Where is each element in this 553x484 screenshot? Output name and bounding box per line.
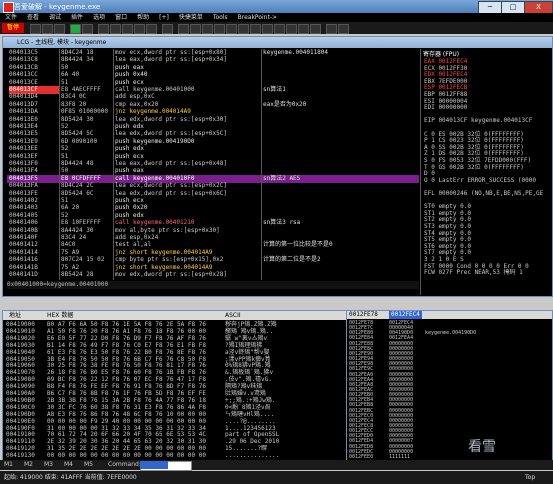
menu-plugins[interactable]: 插件: [66, 13, 88, 22]
dump-window[interactable]: 地址 HEX 数据 ASCII 00419000 B0 A7 F6 6A 50 F…: [2, 310, 347, 461]
restart-icon[interactable]: [42, 24, 53, 34]
execute-till-return-icon[interactable]: [146, 24, 157, 34]
app-icon: [3, 2, 14, 13]
disasm-instruction: mov edx,dword ptr ss:[esp+0x28]: [115, 271, 227, 278]
dump-ascii: ...............: [225, 452, 280, 460]
run-icon[interactable]: [70, 24, 81, 34]
menu-breakpoint[interactable]: BreakPoint->: [233, 13, 282, 22]
column-divider: [261, 49, 262, 280]
memory-icon[interactable]: [202, 24, 213, 34]
tab-m1[interactable]: M1: [4, 461, 13, 469]
cpu-window: LCG - 主线程, 模块 - keygenme 004013C5 8D4C24 …: [2, 36, 553, 297]
menu-tools[interactable]: Tools: [208, 13, 233, 22]
threads-icon[interactable]: [214, 24, 225, 34]
run-trace-icon[interactable]: [310, 24, 321, 34]
pause-icon[interactable]: [82, 24, 93, 34]
stack-header: 0012FE78 0012FEC4: [347, 311, 552, 319]
menu-file[interactable]: 文件: [0, 13, 22, 22]
step-over-icon[interactable]: [110, 24, 121, 34]
settings-icon[interactable]: [326, 24, 337, 34]
stack-header-address: 0012FE78: [349, 311, 378, 318]
register-line[interactable]: O 0 LastErr ERROR_SUCCESS (0000: [424, 177, 536, 185]
log-icon[interactable]: [178, 24, 189, 34]
status-bar: 起始: 419000 结束: 41AFFF 当前值: 7EFE0000 Top: [0, 471, 553, 484]
disassembly-info-line-2: [7, 289, 419, 297]
menu-debug[interactable]: 调试: [44, 13, 66, 22]
step-into-icon[interactable]: [98, 24, 109, 34]
register-line[interactable]: T 0 GS 002B 32位 0(FFFFFFFF): [424, 164, 524, 172]
breakpoints-icon[interactable]: [286, 24, 297, 34]
menu-help[interactable]: 帮助: [132, 13, 154, 22]
tab-m5[interactable]: M5: [84, 461, 93, 469]
trace-into-icon[interactable]: [122, 24, 133, 34]
paused-status-badge: 暂停: [2, 23, 24, 33]
register-line[interactable]: EDI 00000000: [424, 104, 467, 112]
status-text: 起始: 419000 结束: 41AFFF 当前值: 7EFE0000: [4, 474, 137, 481]
cpu-icon[interactable]: [250, 24, 261, 34]
dump-hex: 00 00 00 00 00 00 00 00 00 00 00 00 00 0…: [47, 452, 206, 460]
window-title: 吾爱破解 - keygenme.exe: [14, 3, 101, 11]
disasm-row[interactable]: 0040141D 8B5424 28 mov edx,dword ptr ss:[e…: [7, 271, 419, 279]
patches-icon[interactable]: [262, 24, 273, 34]
column-divider: [113, 49, 114, 280]
menu-bar: 文件 查看 调试 插件 选项 窗口 帮助 [+] 快捷菜单 Tools BreakPoint->: [0, 13, 553, 22]
modules-icon[interactable]: [190, 24, 201, 34]
menu-window[interactable]: 窗口: [110, 13, 132, 22]
open-icon[interactable]: [30, 24, 41, 34]
registers-pane[interactable]: 寄存器 (FPU) EAX 0012FEC4 ECX 0012FF30 EDX 00…: [421, 49, 552, 280]
handles-icon[interactable]: [238, 24, 249, 34]
menu-shortcuts[interactable]: 快捷菜单: [174, 13, 208, 22]
call-stack-icon[interactable]: [274, 24, 285, 34]
command-label: Command:: [108, 461, 141, 468]
register-line[interactable]: EFL 00000246 (NO,NB,E,BE,NS,PE,GE: [424, 190, 543, 198]
registers-header: 寄存器 (FPU): [423, 51, 460, 58]
watermark-logo: 看雪: [468, 439, 496, 455]
tab-m3[interactable]: M3: [44, 461, 53, 469]
register-line[interactable]: EIP 004013CF keygenme.004013CF: [424, 117, 532, 125]
dump-address: 00419130: [6, 452, 35, 460]
stack-row[interactable]: 0012FEE0 1111111: [347, 454, 552, 460]
command-history-dropdown[interactable]: [140, 461, 168, 469]
title-bar: 吾爱破解 - keygenme.exe ─ □ X: [0, 0, 553, 14]
stack-address: 0012FEE0: [349, 453, 374, 460]
bottom-tabs-bar: M1 M2 M3 M4 M5 Command:: [0, 460, 553, 471]
menu-view[interactable]: 查看: [22, 13, 44, 22]
cpu-window-title: LCG - 主线程, 模块 - keygenme: [3, 37, 552, 48]
trace-over-icon[interactable]: [134, 24, 145, 34]
close-debug-icon[interactable]: [54, 24, 65, 34]
stack-window[interactable]: 0012FE78 0012FEC4 0012FE78 0012FEC4 0012FE…: [346, 310, 553, 461]
menu-plus[interactable]: [+]: [154, 13, 174, 22]
disasm-hex: 8B5424 28: [61, 271, 94, 278]
stack-value: 1111111: [389, 453, 411, 460]
status-right: Top: [525, 474, 536, 481]
disassembly-info-line: 0x00401000=keygenme.00401000: [7, 281, 419, 289]
column-divider: [59, 49, 60, 280]
windows-icon[interactable]: [226, 24, 237, 34]
disasm-address: 0040141D: [9, 271, 38, 278]
menu-options[interactable]: 选项: [88, 13, 110, 22]
help-icon[interactable]: [338, 24, 349, 34]
stack-header-value: 0012FEC4: [389, 311, 422, 319]
disassembly-pane[interactable]: 004013C5 8D4C24 18 mov ecx,dword ptr ss:[e…: [7, 49, 419, 280]
dump-header-ascii: ASCII: [225, 312, 241, 319]
goto-icon[interactable]: [162, 24, 173, 34]
dump-row[interactable]: 00419130 00 00 00 00 00 00 00 00 00 00 00…: [3, 452, 346, 460]
dump-header: 地址 HEX 数据 ASCII: [3, 311, 346, 320]
tab-m2[interactable]: M2: [24, 461, 33, 469]
references-icon[interactable]: [298, 24, 309, 34]
dump-header-hex: HEX 数据: [47, 312, 74, 319]
dump-header-address: 地址: [9, 312, 22, 319]
register-line[interactable]: FCW 027F Prec NEAR,53 掩码 1: [424, 269, 523, 277]
tab-m4[interactable]: M4: [64, 461, 73, 469]
